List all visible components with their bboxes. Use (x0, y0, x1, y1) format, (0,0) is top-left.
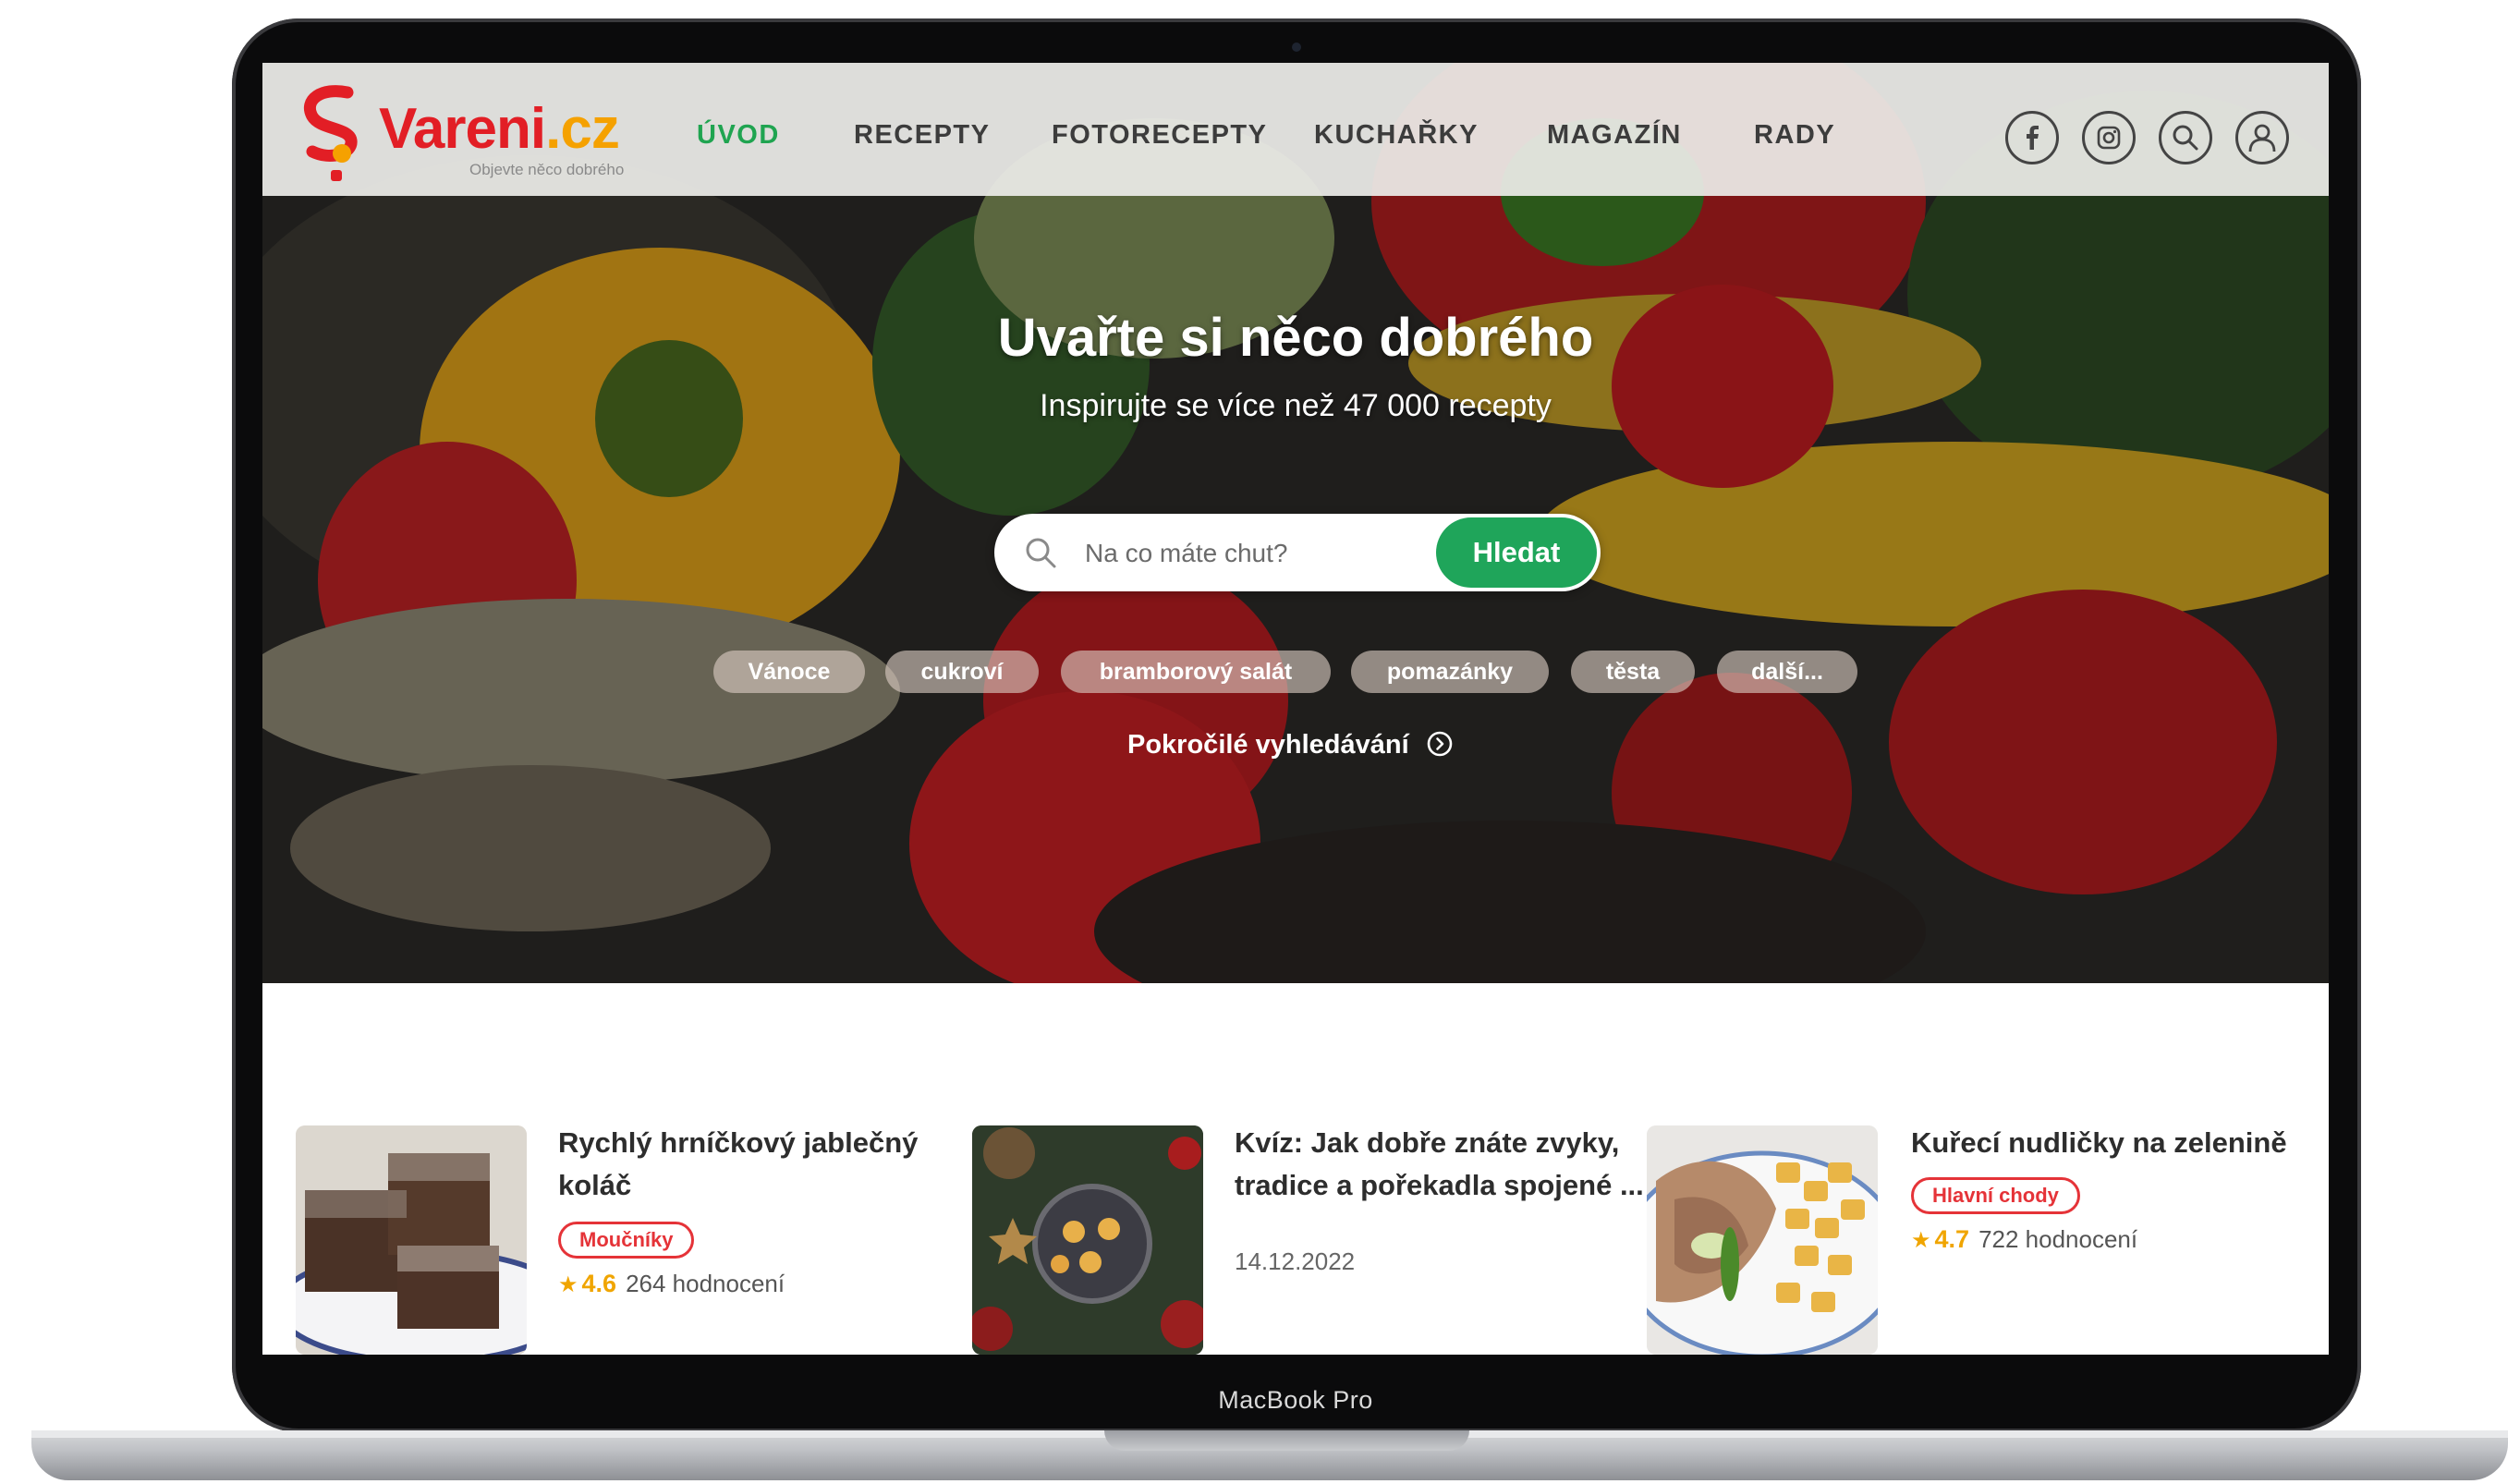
card-image-nudlicky[interactable] (1647, 1125, 1878, 1355)
tag-bramborovy-salat[interactable]: bramborový salát (1061, 651, 1331, 693)
header-search-icon[interactable] (2159, 111, 2212, 164)
card-image-kviz[interactable] (972, 1125, 1203, 1355)
card-image-kolac[interactable] (296, 1125, 527, 1355)
card-date-kviz: 14.12.2022 (1235, 1247, 1356, 1275)
search-button[interactable]: Hledat (1436, 517, 1597, 588)
tag-testa[interactable]: těsta (1571, 651, 1695, 693)
nav-item-rady[interactable]: RADY (1754, 120, 1835, 151)
camera-icon (1292, 43, 1301, 52)
nav-item-fotorecepty[interactable]: FOTORECEPTY (1052, 120, 1268, 151)
category-badge-moucniky[interactable]: Moučníky (558, 1222, 695, 1259)
search-bar: Hledat (994, 514, 1601, 593)
laptop-notch (1104, 1430, 1469, 1451)
rating-nudlicky: ★ 4.7 722 hodnocení (1911, 1225, 2138, 1253)
cake-photo (296, 1125, 527, 1355)
nav-item-magazin[interactable]: MAGAZÍN (1547, 120, 1682, 151)
browser-screen: Vareni.cz Objevte něco dobrého ÚVOD RECE… (262, 63, 2329, 1355)
facebook-icon[interactable] (2005, 111, 2059, 164)
logo-tagline: Objevte něco dobrého (469, 161, 625, 178)
nav-item-kucharky[interactable]: KUCHAŘKY (1314, 120, 1479, 151)
device-label: MacBook Pro (1218, 1386, 1373, 1414)
logo-wordmark: Vareni.cz (379, 97, 620, 161)
site-logo[interactable]: Vareni.cz Objevte něco dobrého (294, 83, 636, 185)
tag-vanoce[interactable]: Vánoce (713, 651, 865, 693)
search-input[interactable] (1083, 514, 1431, 593)
chicken-dish-photo (1647, 1125, 1878, 1355)
hero-title: Uvařte si něco dobrého (997, 308, 1594, 368)
advanced-search-link[interactable]: Pokročilé vyhledávání (1127, 730, 1454, 760)
christmas-photo (972, 1125, 1203, 1355)
tag-pomazanky[interactable]: pomazánky (1351, 651, 1549, 693)
search-icon (1026, 538, 1056, 568)
user-icon[interactable] (2235, 111, 2289, 164)
nav-item-uvod[interactable]: ÚVOD (697, 120, 780, 151)
hero-subtitle: Inspirujte se více než 47 000 recepty (1040, 388, 1552, 423)
rating-kolac: ★ 4.6 264 hodnocení (558, 1270, 785, 1297)
advanced-search-label: Pokročilé vyhledávání (1127, 730, 1409, 760)
card-title-nudlicky[interactable]: Kuřecí nudličky na zelenině (1911, 1122, 2287, 1164)
logo-mark-icon (304, 85, 358, 181)
card-title-kolac[interactable]: Rychlý hrníčkový jablečný koláč (558, 1122, 918, 1207)
star-icon: ★ (1911, 1228, 1931, 1253)
tag-dalsi[interactable]: další... (1717, 651, 1857, 693)
category-badge-hlavni-chody[interactable]: Hlavní chody (1911, 1177, 2080, 1214)
star-icon: ★ (558, 1272, 578, 1297)
nav-item-recepty[interactable]: RECEPTY (854, 120, 990, 151)
instagram-icon[interactable] (2082, 111, 2136, 164)
tag-cukrovi[interactable]: cukroví (885, 651, 1039, 693)
chevron-right-circle-icon (1427, 732, 1453, 757)
site-header: Vareni.cz Objevte něco dobrého ÚVOD RECE… (262, 63, 2329, 196)
card-title-kviz[interactable]: Kvíz: Jak dobře znáte zvyky, tradice a p… (1235, 1122, 1644, 1207)
